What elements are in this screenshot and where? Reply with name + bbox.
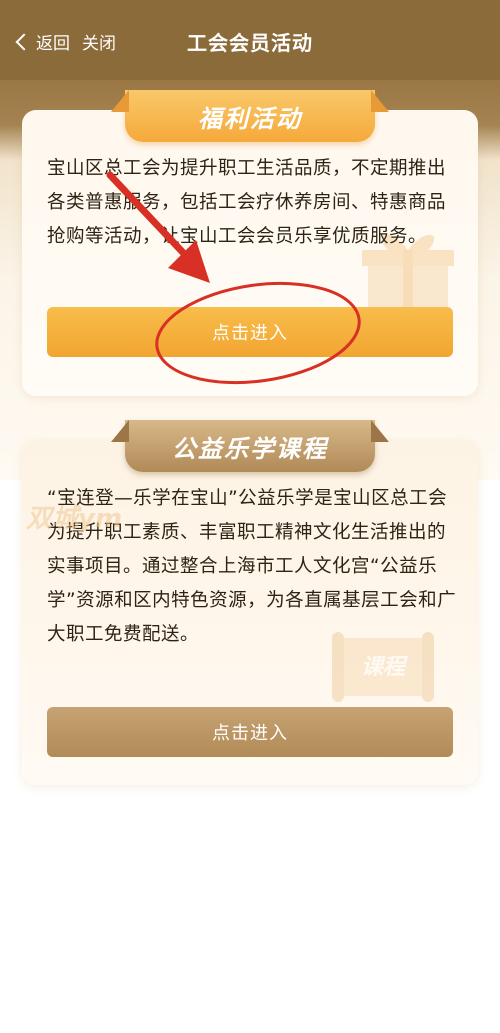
page-title: 工会会员活动 [187, 31, 313, 55]
course-enter-button[interactable]: 点击进入 [47, 707, 453, 757]
welfare-enter-button[interactable]: 点击进入 [47, 307, 453, 357]
course-scroll-label: 课程 [361, 655, 408, 680]
public-learning-course-title: 公益乐学课程 [125, 420, 375, 472]
top-navigation-bar: 返回 关闭 工会会员活动 [0, 0, 500, 80]
public-learning-course-card: 公益乐学课程 课程 “宝连登—乐学在宝山”公益乐学是宝山区总工会为提升职工素质、… [22, 420, 478, 785]
welfare-activity-description: 宝山区总工会为提升职工生活品质，不定期推出各类普惠服务，包括工会疗休养房间、特惠… [47, 158, 447, 247]
welfare-activity-card: 福利活动 宝山区总工会为提升职工生活品质，不定期推出各类普惠服务，包括工会疗休养… [22, 90, 478, 396]
welfare-activity-title: 福利活动 [125, 90, 375, 142]
watermark-text: 双城ym [26, 504, 123, 534]
